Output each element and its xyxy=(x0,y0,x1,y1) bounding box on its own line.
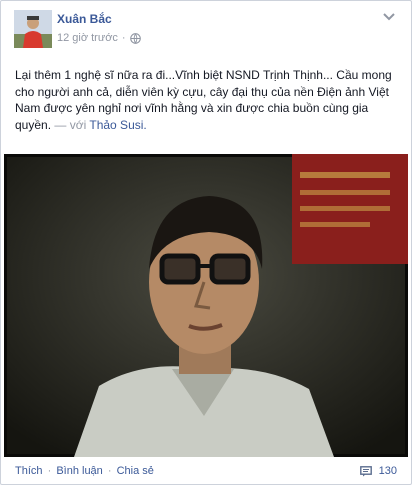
post-actions: Thích · Bình luận · Chia sẻ 130 xyxy=(15,465,397,477)
meta-separator: · xyxy=(121,32,126,44)
post-card: Xuân Bắc 12 giờ trước · Lại thêm 1 nghệ … xyxy=(0,0,412,485)
share-link[interactable]: Chia sẻ xyxy=(117,465,154,477)
comment-icon xyxy=(359,465,372,476)
post-time[interactable]: 12 giờ trước xyxy=(57,32,118,44)
tagged-person-link[interactable]: Thảo Susi. xyxy=(89,118,146,132)
action-separator: · xyxy=(107,465,112,477)
avatar[interactable] xyxy=(14,10,52,48)
like-link[interactable]: Thích xyxy=(15,465,43,477)
post-meta: 12 giờ trước · xyxy=(57,32,141,44)
comment-link[interactable]: Bình luận xyxy=(56,465,102,477)
post-photo-image xyxy=(4,154,408,457)
post-photo[interactable] xyxy=(4,154,408,457)
author-name[interactable]: Xuân Bắc xyxy=(57,12,112,26)
avatar-image xyxy=(14,10,52,48)
with-label: — với xyxy=(54,117,87,132)
post-text: Lại thêm 1 nghệ sĩ nữa ra đi...Vĩnh biệt… xyxy=(15,67,395,133)
chevron-down-icon[interactable] xyxy=(383,13,395,21)
comment-count[interactable]: 130 xyxy=(359,465,397,477)
action-separator: · xyxy=(47,465,52,477)
comment-count-value: 130 xyxy=(378,465,397,477)
globe-icon[interactable] xyxy=(129,32,141,44)
